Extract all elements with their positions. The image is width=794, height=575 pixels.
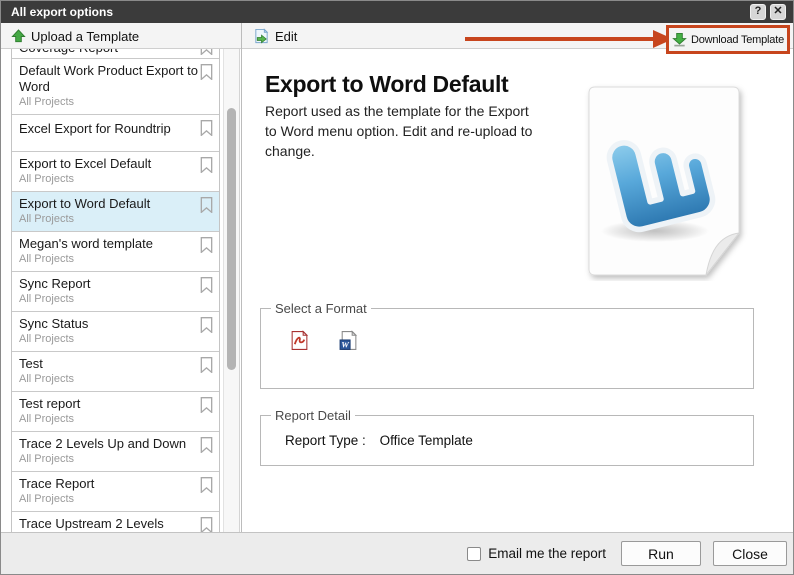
- titlebar: All export options ? ✕: [1, 1, 793, 23]
- template-title: Megan's word template: [19, 236, 212, 252]
- help-button[interactable]: ?: [750, 4, 766, 20]
- template-scope: All Projects: [19, 252, 211, 267]
- bookmark-icon[interactable]: [200, 437, 213, 453]
- bookmark-icon[interactable]: [200, 120, 213, 136]
- template-title: Trace 2 Levels Up and Down: [19, 436, 212, 452]
- template-scope: All Projects: [19, 292, 211, 307]
- download-template-button[interactable]: Download Template: [691, 34, 784, 46]
- email-report-label[interactable]: Email me the report: [488, 546, 606, 561]
- bookmark-icon[interactable]: [200, 49, 213, 55]
- report-detail-legend: Report Detail: [271, 408, 355, 423]
- template-scope: All Projects: [19, 492, 211, 507]
- template-scope: All Projects: [19, 412, 211, 427]
- bookmark-icon[interactable]: [200, 517, 213, 532]
- template-list-item[interactable]: Trace Report All Projects: [12, 472, 219, 512]
- bookmark-icon[interactable]: [200, 197, 213, 213]
- template-title: Sync Report: [19, 276, 212, 292]
- email-report-checkbox[interactable]: [467, 547, 481, 561]
- report-type-label: Report Type :: [285, 433, 366, 448]
- pdf-format-icon[interactable]: [289, 330, 310, 351]
- bookmark-icon[interactable]: [200, 237, 213, 253]
- annotation-highlight-box: Download Template: [666, 25, 790, 54]
- template-title: Default Work Product Export to Word: [19, 63, 212, 95]
- list-scrollbar[interactable]: [223, 49, 240, 532]
- list-scrollbar-thumb[interactable]: [227, 108, 236, 370]
- run-button[interactable]: Run: [621, 541, 701, 566]
- template-scope: All Projects: [19, 372, 211, 387]
- footer-bar: Email me the report Run Close: [1, 532, 793, 574]
- template-title: Test report: [19, 396, 212, 412]
- edit-button[interactable]: Edit: [253, 23, 297, 49]
- template-scope: All Projects: [19, 95, 211, 110]
- template-scope: All Projects: [19, 452, 211, 467]
- close-icon[interactable]: ✕: [770, 4, 786, 20]
- edit-icon: [253, 28, 270, 45]
- page-title: Export to Word Default: [265, 71, 508, 98]
- window-title: All export options: [11, 5, 113, 19]
- template-title: Coverage Report: [19, 49, 212, 56]
- template-list-item[interactable]: Export to Excel Default All Projects: [12, 152, 219, 192]
- toolbar-divider: [241, 23, 242, 49]
- template-title: Excel Export for Roundtrip: [19, 121, 212, 137]
- close-button[interactable]: Close: [713, 541, 787, 566]
- template-list-item[interactable]: Trace 2 Levels Up and Down All Projects: [12, 432, 219, 472]
- bookmark-icon[interactable]: [200, 317, 213, 333]
- template-list-item[interactable]: Export to Word Default All Projects: [12, 192, 219, 232]
- svg-text:W: W: [341, 340, 350, 350]
- bookmark-icon[interactable]: [200, 357, 213, 373]
- bookmark-icon[interactable]: [200, 477, 213, 493]
- template-list-item[interactable]: Sync Status All Projects: [12, 312, 219, 352]
- template-title: Export to Word Default: [19, 196, 212, 212]
- template-scope: All Projects: [19, 212, 211, 227]
- template-list[interactable]: Coverage Report Default Work Product Exp…: [11, 49, 220, 532]
- report-detail-section: Report Detail Report Type : Office Templ…: [260, 408, 754, 466]
- select-format-section: Select a Format W: [260, 301, 754, 389]
- template-title: Test: [19, 356, 212, 372]
- bookmark-icon[interactable]: [200, 157, 213, 173]
- report-type-value: Office Template: [380, 433, 473, 448]
- template-scope: All Projects: [19, 332, 211, 347]
- template-title: Export to Excel Default: [19, 156, 212, 172]
- detail-panel: Export to Word Default Report used as th…: [241, 49, 793, 532]
- template-scope: All Projects: [19, 172, 211, 187]
- export-options-dialog: All export options ? ✕ Upload a Template…: [0, 0, 794, 575]
- template-title: Trace Report: [19, 476, 212, 492]
- template-list-item[interactable]: Sync Report All Projects: [12, 272, 219, 312]
- select-format-legend: Select a Format: [271, 301, 371, 316]
- word-format-icon[interactable]: W: [338, 330, 359, 351]
- template-list-item[interactable]: Test All Projects: [12, 352, 219, 392]
- download-icon: [672, 32, 687, 47]
- bookmark-icon[interactable]: [200, 64, 213, 80]
- template-list-item[interactable]: Coverage Report: [12, 49, 219, 59]
- upload-icon: [11, 29, 26, 44]
- annotation-arrow-line: [465, 37, 653, 41]
- template-description: Report used as the template for the Expo…: [265, 101, 533, 161]
- template-list-item[interactable]: Test report All Projects: [12, 392, 219, 432]
- template-title: Trace Upstream 2 Levels: [19, 516, 212, 532]
- bookmark-icon[interactable]: [200, 277, 213, 293]
- upload-template-button[interactable]: Upload a Template: [11, 23, 139, 49]
- template-list-item[interactable]: Trace Upstream 2 Levels All Projects: [12, 512, 219, 532]
- template-list-item[interactable]: Default Work Product Export to Word All …: [12, 59, 219, 115]
- upload-template-label: Upload a Template: [31, 29, 139, 44]
- word-document-image: [577, 83, 749, 281]
- bookmark-icon[interactable]: [200, 397, 213, 413]
- template-list-item[interactable]: Megan's word template All Projects: [12, 232, 219, 272]
- template-title: Sync Status: [19, 316, 212, 332]
- template-list-item[interactable]: Excel Export for Roundtrip: [12, 115, 219, 152]
- edit-label: Edit: [275, 29, 297, 44]
